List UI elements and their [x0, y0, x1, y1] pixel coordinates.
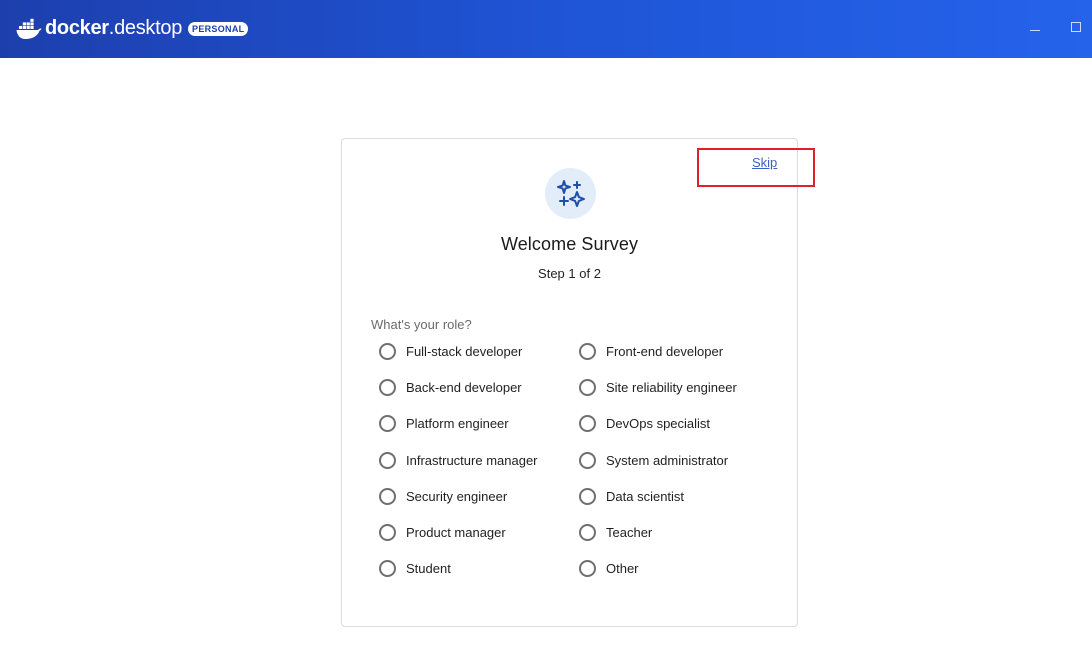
radio-button[interactable]	[379, 560, 396, 577]
role-option-platform-engineer[interactable]: Platform engineer	[379, 415, 509, 432]
role-option-label: Full-stack developer	[406, 344, 523, 359]
role-option-label: Data scientist	[606, 489, 685, 504]
radio-button[interactable]	[379, 452, 396, 469]
role-option-label: Teacher	[606, 525, 653, 540]
role-option-system-administrator[interactable]: System administrator	[579, 452, 728, 469]
sparkles-icon	[556, 179, 585, 207]
minimize-button[interactable]	[1028, 20, 1042, 34]
role-option-front-end-developer[interactable]: Front-end developer	[579, 343, 723, 360]
role-option-other[interactable]: Other	[579, 560, 639, 577]
radio-button[interactable]	[379, 343, 396, 360]
maximize-button[interactable]	[1069, 20, 1083, 34]
role-option-label: Front-end developer	[606, 344, 724, 359]
role-option-label: DevOps specialist	[606, 416, 711, 431]
role-option-label: Back-end developer	[406, 380, 522, 395]
role-option-label: Security engineer	[406, 489, 508, 504]
role-option-product-manager[interactable]: Product manager	[379, 524, 506, 541]
survey-title: Welcome Survey	[500, 234, 639, 254]
radio-button[interactable]	[579, 379, 596, 396]
role-option-back-end-developer[interactable]: Back-end developer	[379, 379, 522, 396]
maximize-icon	[1071, 22, 1081, 32]
role-option-infrastructure-manager[interactable]: Infrastructure manager	[379, 452, 538, 469]
radio-button[interactable]	[579, 560, 596, 577]
role-option-label: Student	[406, 561, 451, 576]
radio-button[interactable]	[579, 524, 596, 541]
radio-button[interactable]	[379, 488, 396, 505]
role-option-label: Product manager	[406, 525, 506, 540]
radio-button[interactable]	[579, 488, 596, 505]
role-option-label: Other	[606, 561, 639, 576]
role-option-label: Infrastructure manager	[406, 453, 538, 468]
role-option-label: Platform engineer	[406, 416, 509, 431]
radio-button[interactable]	[579, 343, 596, 360]
radio-button[interactable]	[579, 415, 596, 432]
radio-button[interactable]	[379, 379, 396, 396]
brand-name: docker.desktop	[45, 17, 183, 39]
role-option-full-stack-developer[interactable]: Full-stack developer	[379, 343, 522, 360]
role-option-label: Site reliability engineer	[606, 380, 737, 395]
role-question: What's your role?	[371, 317, 472, 332]
role-option-data-scientist[interactable]: Data scientist	[579, 488, 684, 505]
role-option-student[interactable]: Student	[379, 560, 451, 577]
role-option-teacher[interactable]: Teacher	[579, 524, 652, 541]
role-option-security-engineer[interactable]: Security engineer	[379, 488, 507, 505]
title-bar: docker.desktop PERSONAL	[0, 0, 1092, 58]
role-option-devops-specialist[interactable]: DevOps specialist	[579, 415, 710, 432]
docker-whale-icon	[16, 18, 42, 39]
plan-badge: PERSONAL	[188, 21, 249, 36]
radio-button[interactable]	[579, 452, 596, 469]
skip-link[interactable]: Skip	[752, 155, 777, 170]
radio-button[interactable]	[379, 524, 396, 541]
role-option-label: System administrator	[606, 453, 729, 468]
docker-desktop-logo: docker.desktop PERSONAL	[16, 17, 249, 40]
survey-step-indicator: Step 1 of 2	[538, 266, 601, 281]
radio-button[interactable]	[379, 415, 396, 432]
role-option-site-reliability-engineer[interactable]: Site reliability engineer	[579, 379, 737, 396]
minimize-icon	[1030, 29, 1040, 31]
survey-icon-circle	[545, 168, 596, 219]
